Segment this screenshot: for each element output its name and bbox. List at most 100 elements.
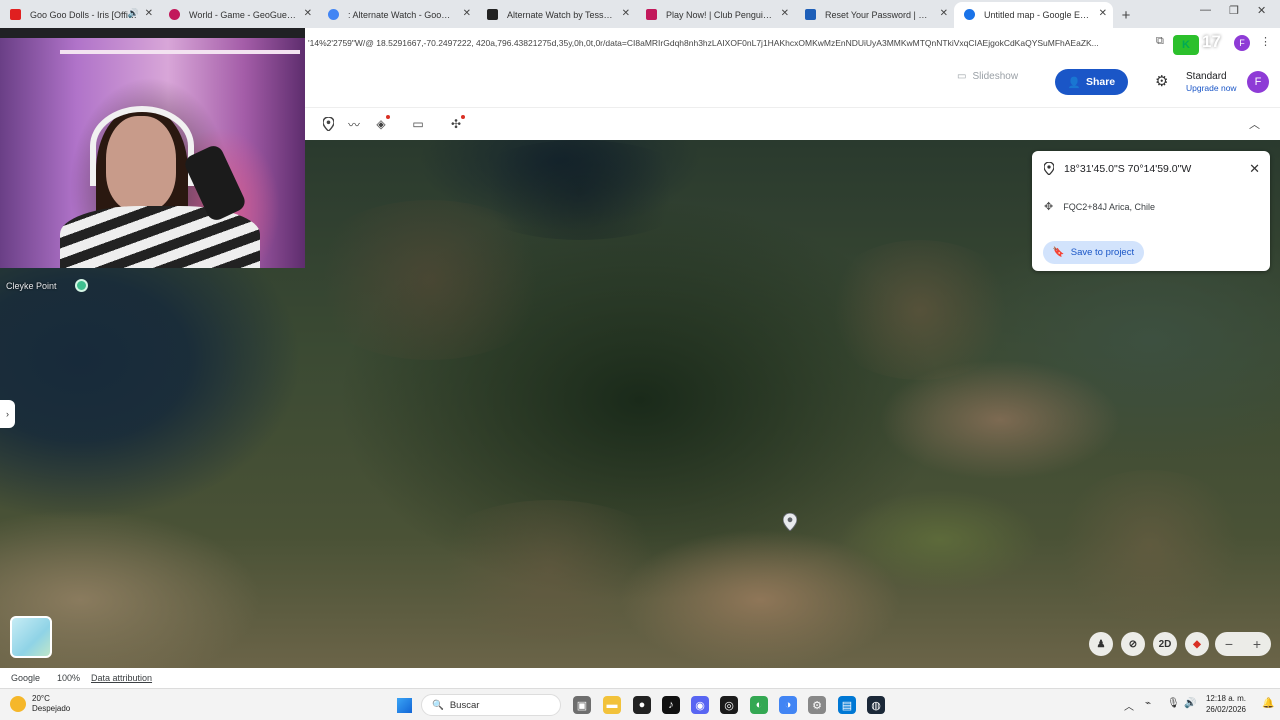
- close-icon[interactable]: ✕: [940, 8, 948, 19]
- youtube-icon: [10, 9, 21, 20]
- plus-code-row: ✥ FQC2+84J Arica, Chile: [1044, 200, 1155, 213]
- chrome-profile-icon[interactable]: ◑: [779, 696, 797, 714]
- close-icon[interactable]: ✕: [145, 8, 153, 19]
- terrain-patch: [420, 500, 680, 640]
- extension-icon[interactable]: K: [1173, 35, 1199, 55]
- screen-capture-icon[interactable]: ⧉: [1156, 35, 1170, 49]
- tab-label: Play Now! | Club Penguin Lega: [666, 10, 773, 20]
- place-marker-icon[interactable]: [75, 279, 88, 292]
- menu-icon[interactable]: ⋮: [1260, 35, 1274, 49]
- browser-tab-strip: Goo Goo Dolls - Iris [Officia 🔊 ✕ World …: [0, 0, 1280, 28]
- tab-label: Alternate Watch by Tesseron: [507, 10, 614, 20]
- close-icon[interactable]: ✕: [304, 8, 312, 19]
- zoom-level: 100%: [57, 673, 81, 683]
- browser-tab-iris[interactable]: Goo Goo Dolls - Iris [Officia 🔊 ✕: [0, 2, 159, 28]
- chrome-icon[interactable]: ◐: [750, 696, 768, 714]
- browser-tab-geoguessr[interactable]: World - Game - GeoGuessr ✕: [159, 2, 318, 28]
- close-icon[interactable]: ✕: [781, 8, 789, 19]
- zoom-out-icon[interactable]: −: [1225, 636, 1233, 652]
- map-style-thumbnail[interactable]: [10, 616, 52, 658]
- windows-start-icon[interactable]: [397, 698, 412, 713]
- zoom-in-icon[interactable]: +: [1253, 636, 1261, 652]
- date: 26/02/2026: [1205, 705, 1246, 714]
- chevron-up-icon[interactable]: ︿: [1249, 116, 1260, 132]
- map-place-label[interactable]: Cleyke Point: [6, 281, 57, 291]
- slideshow-label: Slideshow: [972, 71, 1019, 82]
- close-icon[interactable]: ✕: [622, 8, 630, 19]
- tab-label: World - Game - GeoGuessr: [189, 10, 296, 20]
- url-text[interactable]: '14%2'2759"W/@ 18.5291667,-70.2497222, 4…: [305, 38, 1150, 48]
- weather-sun-icon: [10, 696, 26, 712]
- ruler-icon[interactable]: ▭: [409, 115, 427, 133]
- background-shelf: [60, 50, 300, 54]
- time: 12:18 a. m.: [1205, 694, 1246, 703]
- compass-icon[interactable]: ⊘: [1121, 632, 1145, 656]
- club-penguin-icon: [805, 9, 816, 20]
- browser-tab-club-penguin-play[interactable]: Play Now! | Club Penguin Lega ✕: [636, 2, 795, 28]
- discord-icon[interactable]: ◉: [691, 696, 709, 714]
- obs-icon[interactable]: ◎: [720, 696, 738, 714]
- location-pin-icon[interactable]: [783, 513, 797, 531]
- tab-label: Reset Your Password | Club Pe: [825, 10, 932, 20]
- maximize-icon[interactable]: ❐: [1229, 4, 1239, 17]
- coordinates-text: 18°31'45.0"S 70°14'59.0"W: [1064, 162, 1192, 175]
- windows-taskbar: 20°C Despejado 🔍 Buscar ▣ ▬ ● ♪ ◉ ◎ ◐ ◑ …: [0, 688, 1280, 720]
- tab-label: Untitled map - Google Earth: [984, 10, 1091, 20]
- network-icon[interactable]: ⌁: [1145, 698, 1151, 709]
- close-icon[interactable]: ✕: [463, 8, 471, 19]
- notifications-icon[interactable]: 🔔: [1262, 698, 1274, 709]
- geoguessr-icon: [169, 9, 180, 20]
- account-avatar[interactable]: F: [1247, 71, 1269, 93]
- share-button[interactable]: 👤 Share: [1055, 69, 1128, 95]
- audio-icon[interactable]: 🔊: [128, 8, 139, 19]
- browser-tab-tesseron[interactable]: Alternate Watch by Tesseron ✕: [477, 2, 636, 28]
- taskbar-search[interactable]: 🔍 Buscar: [421, 694, 561, 716]
- chevron-up-icon[interactable]: ︿: [1124, 698, 1134, 713]
- compass-needle-icon[interactable]: ◆: [1185, 632, 1209, 656]
- upgrade-link[interactable]: Upgrade now: [1186, 83, 1237, 93]
- chevron-right-icon[interactable]: ›: [0, 400, 15, 428]
- settings-icon[interactable]: ⚙: [808, 696, 826, 714]
- add-placemark-icon[interactable]: [319, 115, 337, 133]
- minimize-icon[interactable]: —: [1200, 4, 1211, 16]
- bookmark-icon: 🔖: [1052, 247, 1065, 258]
- earth-header: ▭ Slideshow 👤 Share ⚙ Standard Upgrade n…: [305, 57, 1280, 107]
- task-view-icon[interactable]: ▣: [573, 696, 591, 714]
- weather-widget[interactable]: 20°C Despejado: [10, 694, 70, 714]
- layers-icon[interactable]: ◈: [372, 115, 390, 133]
- share-label: Share: [1085, 76, 1116, 88]
- browser-tab-google-earth[interactable]: Untitled map - Google Earth ✕: [954, 2, 1113, 28]
- browser-profile-avatar[interactable]: F: [1234, 35, 1250, 51]
- microphone-icon[interactable]: 🎙: [1167, 698, 1180, 709]
- view-mode-2d-button[interactable]: 2D: [1153, 632, 1177, 656]
- search-icon: 🔍: [432, 699, 444, 711]
- draw-path-icon[interactable]: 〰: [345, 115, 363, 133]
- close-icon[interactable]: ✕: [1099, 8, 1107, 19]
- tesseron-icon: [487, 9, 498, 20]
- steam-icon[interactable]: ◍: [867, 696, 885, 714]
- tiktok-icon[interactable]: ♪: [662, 696, 680, 714]
- coordinates-row: 18°31'45.0"S 70°14'59.0"W: [1044, 162, 1191, 175]
- app-icon[interactable]: ●: [633, 696, 651, 714]
- gear-icon[interactable]: ⚙: [1155, 72, 1168, 90]
- save-label: Save to project: [1070, 247, 1135, 258]
- system-clock[interactable]: 12:18 a. m. 26/02/2026: [1196, 693, 1246, 715]
- store-icon[interactable]: ▤: [838, 696, 856, 714]
- pegman-icon[interactable]: ♟: [1089, 632, 1113, 656]
- google-icon: [328, 9, 339, 20]
- new-tab-button[interactable]: +: [1113, 2, 1139, 28]
- file-explorer-icon[interactable]: ▬: [603, 696, 621, 714]
- save-to-project-button[interactable]: 🔖 Save to project: [1043, 241, 1144, 264]
- slideshow-button[interactable]: ▭ Slideshow: [957, 71, 1018, 82]
- data-attribution-link[interactable]: Data attribution: [91, 673, 152, 683]
- window-close-icon[interactable]: ✕: [1257, 4, 1266, 17]
- plan-name: Standard: [1186, 71, 1227, 82]
- browser-tab-club-penguin-reset[interactable]: Reset Your Password | Club Pe ✕: [795, 2, 954, 28]
- close-icon[interactable]: ✕: [1249, 161, 1260, 177]
- headset: [90, 106, 194, 186]
- terrain-patch: [820, 240, 1020, 380]
- address-bar[interactable]: '14%2'2759"W/@ 18.5291667,-70.2497222, 4…: [305, 28, 1280, 57]
- volume-icon[interactable]: 🔊: [1184, 698, 1196, 709]
- browser-tab-google-search[interactable]: : Alternate Watch - Google Sea ✕: [318, 2, 477, 28]
- satellite-icon[interactable]: ✣: [447, 115, 465, 133]
